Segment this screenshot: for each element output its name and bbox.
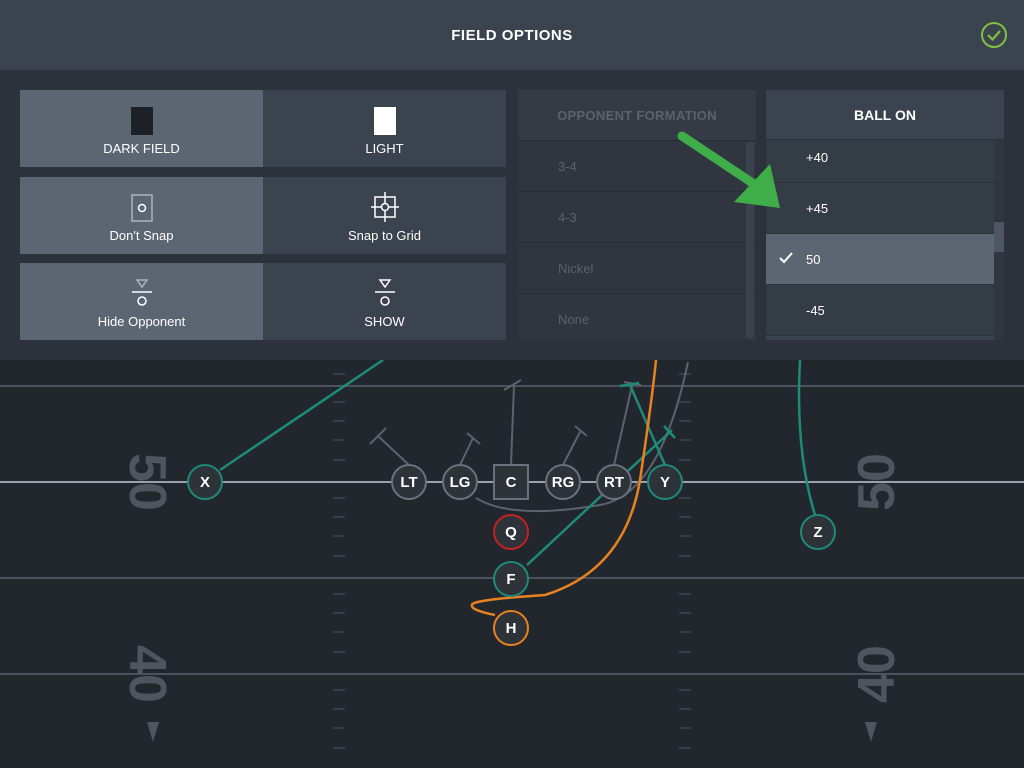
ball-on-item-label: 50 xyxy=(806,251,821,267)
check-circle-icon[interactable] xyxy=(980,21,1008,49)
check-icon xyxy=(779,252,793,264)
formation-item-nickel: Nickel xyxy=(518,242,756,293)
player-rt[interactable]: RT xyxy=(596,464,632,500)
light-field-icon xyxy=(373,101,396,135)
show-opponent-button[interactable]: SHOW xyxy=(263,263,506,340)
yard-number-left-50: 50 xyxy=(118,453,176,511)
hide-opponent-label: Hide Opponent xyxy=(97,314,186,329)
player-lg[interactable]: LG xyxy=(442,464,478,500)
field-options-header: FIELD OPTIONS xyxy=(0,0,1024,70)
annotation-arrow-icon xyxy=(677,131,780,208)
dark-field-icon xyxy=(130,101,153,135)
crosshair-grid-icon xyxy=(370,188,399,222)
formation-item-none: None xyxy=(518,293,756,340)
ball-on-list: BALL ON +40 +45 50 -45 xyxy=(766,90,1004,340)
snap-to-grid-label: Snap to Grid xyxy=(348,228,421,243)
snap-to-grid-button[interactable]: Snap to Grid xyxy=(263,177,506,254)
ball-on-item-label: +40 xyxy=(806,149,829,165)
page-title: FIELD OPTIONS xyxy=(451,26,573,44)
yard-number-right-40: 40 xyxy=(848,645,906,703)
ball-on-item-label: +45 xyxy=(806,200,829,216)
dont-snap-icon xyxy=(130,188,153,222)
player-f[interactable]: F xyxy=(493,561,529,597)
snap-toggle: Don't Snap Snap to Grid xyxy=(20,177,507,254)
player-c[interactable]: C xyxy=(493,464,529,500)
player-y[interactable]: Y xyxy=(647,464,683,500)
yard-number-right-50: 50 xyxy=(848,453,906,511)
player-lt[interactable]: LT xyxy=(391,464,427,500)
hide-opponent-button[interactable]: Hide Opponent xyxy=(20,263,263,340)
ball-on-item-50[interactable]: 50 xyxy=(766,234,994,285)
ball-on-item-minus-45[interactable]: -45 xyxy=(766,285,994,336)
player-rg[interactable]: RG xyxy=(545,464,581,500)
ball-on-title: BALL ON xyxy=(766,90,1004,140)
hide-opponent-icon xyxy=(131,274,152,308)
dont-snap-label: Don't Snap xyxy=(109,228,174,243)
ball-on-item-plus-40[interactable]: +40 xyxy=(766,140,994,183)
player-z[interactable]: Z xyxy=(800,514,836,550)
player-q[interactable]: Q xyxy=(493,514,529,550)
field-color-toggle: DARK FIELD LIGHT xyxy=(20,90,507,167)
ball-on-scroll-thumb[interactable] xyxy=(994,222,1004,252)
ball-on-item-label: -45 xyxy=(806,302,825,318)
show-opponent-label: SHOW xyxy=(364,314,405,329)
dark-field-button[interactable]: DARK FIELD xyxy=(20,90,263,167)
yard-number-left-40: 40 xyxy=(118,645,176,703)
dark-field-label: DARK FIELD xyxy=(103,141,180,156)
opponent-toggle: Hide Opponent SHOW xyxy=(20,263,507,340)
ball-on-options: +40 +45 50 -45 xyxy=(766,140,1004,340)
light-field-label: LIGHT xyxy=(365,141,404,156)
player-x[interactable]: X xyxy=(187,464,223,500)
ball-on-item-plus-45[interactable]: +45 xyxy=(766,183,994,234)
light-field-button[interactable]: LIGHT xyxy=(263,90,506,167)
player-h[interactable]: H xyxy=(493,610,529,646)
show-opponent-icon xyxy=(374,274,395,308)
dont-snap-button[interactable]: Don't Snap xyxy=(20,177,263,254)
